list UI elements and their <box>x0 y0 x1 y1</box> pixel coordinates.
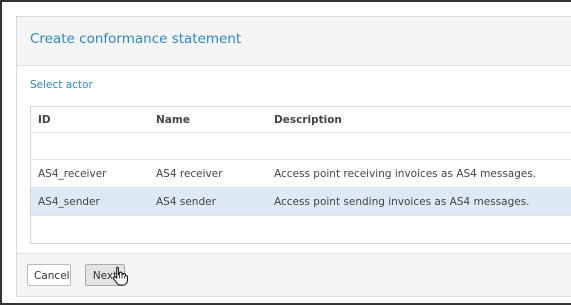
hand-pointer-icon <box>112 266 128 286</box>
actor-table: ID Name Description AS4_receiver AS4 rec… <box>30 106 571 244</box>
column-header-name[interactable]: Name <box>156 114 190 126</box>
cell-name: AS4 receiver <box>156 168 223 180</box>
column-header-id[interactable]: ID <box>38 114 51 126</box>
dialog-title: Create conformance statement <box>30 31 242 47</box>
cell-description: Access point sending invoices as AS4 mes… <box>274 196 530 208</box>
table-header: ID Name Description <box>31 107 571 133</box>
cell-description: Access point receiving invoices as AS4 m… <box>274 168 537 180</box>
column-header-description[interactable]: Description <box>274 114 342 126</box>
table-filter-row <box>31 133 571 160</box>
table-row[interactable]: AS4_sender AS4 sender Access point sendi… <box>31 188 571 216</box>
cell-name: AS4 sender <box>156 196 216 208</box>
table-row[interactable]: AS4_receiver AS4 receiver Access point r… <box>31 160 571 188</box>
select-actor-label: Select actor <box>30 79 93 91</box>
dialog-footer: Cancel Next <box>17 253 571 296</box>
create-conformance-dialog: Create conformance statement Select acto… <box>16 16 571 297</box>
dialog-header: Create conformance statement <box>17 17 571 66</box>
screenshot-frame: Create conformance statement Select acto… <box>0 0 571 305</box>
cell-id: AS4_receiver <box>38 168 107 180</box>
cell-id: AS4_sender <box>38 196 100 208</box>
cancel-button[interactable]: Cancel <box>27 264 71 286</box>
